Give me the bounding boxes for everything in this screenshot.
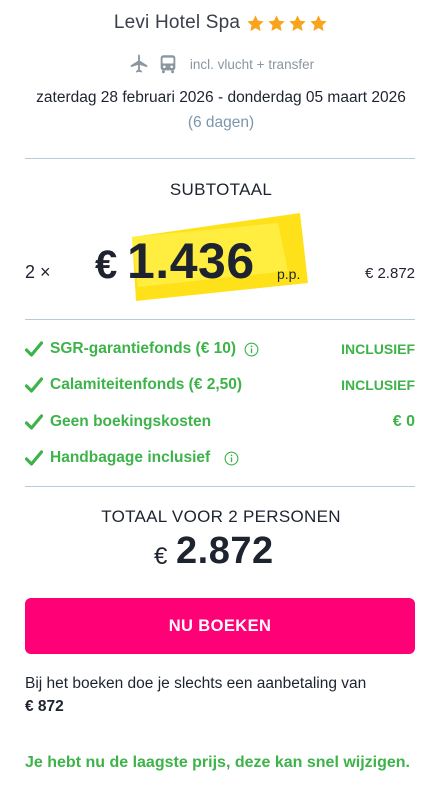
star-rating (246, 14, 328, 33)
star-icon (289, 14, 306, 31)
divider (25, 158, 415, 159)
trip-duration: (6 dagen) (187, 114, 255, 131)
per-person-label: p.p. (277, 266, 301, 282)
subtotal-title: SUBTOTAAL (169, 180, 273, 199)
fee-label: Geen boekingskosten (50, 413, 212, 430)
star-icon (310, 14, 327, 31)
fee-value: INCLUSIEF (341, 377, 415, 393)
fee-row-calamiteiten: Calamiteitenfonds (€ 2,50) INCLUSIEF (25, 373, 415, 397)
fee-label: Handbagage inclusief (50, 449, 211, 466)
trip-dates: zaterdag 28 februari 2026 - donderdag 05… (36, 89, 406, 106)
deposit-amount: € 872 (25, 698, 64, 715)
fee-value: € 0 (392, 413, 415, 430)
fee-row-boekingskosten: Geen boekingskosten € 0 (25, 410, 415, 434)
fee-label: SGR-garantiefonds (€ 10) (50, 340, 237, 357)
check-icon (25, 450, 43, 466)
hotel-header: Levi Hotel Spa (0, 12, 442, 34)
fee-value: INCLUSIEF (341, 341, 415, 357)
star-icon (247, 14, 264, 31)
total-price: 2.872 (176, 530, 274, 572)
info-icon[interactable] (224, 451, 239, 466)
star-icon (268, 14, 285, 31)
deposit-info: Bij het boeken doe je slechts een aanbet… (25, 672, 417, 718)
check-icon (25, 414, 43, 430)
price-currency: € (95, 243, 118, 287)
fee-label: Calamiteitenfonds (€ 2,50) (50, 376, 243, 393)
total-currency: € (154, 543, 168, 570)
plane-icon (130, 54, 148, 73)
lowest-price-notice: Je hebt nu de laagste prijs, deze kan sn… (25, 754, 410, 771)
fee-row-sgr: SGR-garantiefonds (€ 10) INCLUSIEF (25, 337, 415, 361)
check-icon (25, 341, 43, 357)
divider (25, 486, 415, 487)
total-title: TOTAAL VOOR 2 PERSONEN (101, 507, 341, 526)
fee-row-handbagage: Handbagage inclusief (25, 446, 415, 470)
person-multiplier: 2 × (25, 262, 51, 282)
info-icon[interactable] (244, 342, 259, 357)
check-icon (25, 377, 43, 393)
book-now-button[interactable]: NU BOEKEN (25, 598, 415, 654)
subtotal-line-total: € 2.872 (364, 265, 415, 282)
divider (25, 319, 415, 320)
price-per-person: 1.436 (127, 233, 255, 289)
hotel-name: Levi Hotel Spa (113, 12, 241, 33)
included-text: incl. vlucht + transfer (189, 56, 315, 72)
bus-icon (160, 55, 176, 74)
deposit-text: Bij het boeken doe je slechts een aanbet… (25, 675, 367, 692)
included-services: incl. vlucht + transfer (0, 53, 442, 75)
